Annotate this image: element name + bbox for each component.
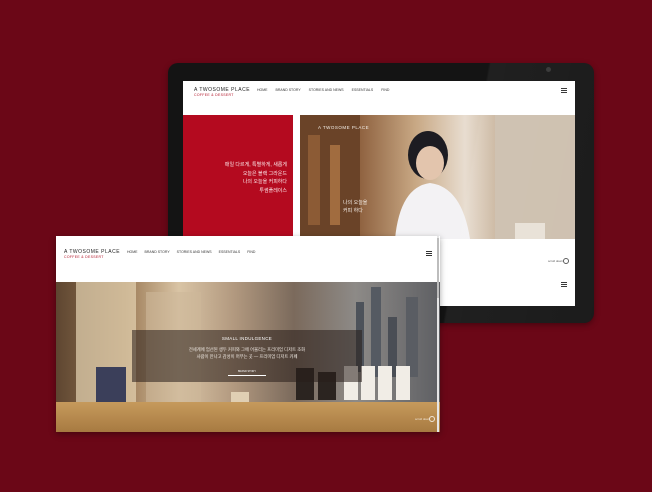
caption-line: 나의 오늘을 <box>343 200 368 206</box>
scroll-down-icon[interactable] <box>429 416 435 422</box>
scroll-down-icon[interactable] <box>563 258 569 264</box>
model-photo-illustration <box>300 115 575 239</box>
desktop-logo-tagline: COFFEE & DESSERT <box>64 255 104 259</box>
red-line: 오늘은 블랙 그라운드 <box>242 170 287 177</box>
hero-overlay-box: SMALL INDULGENCE 전세계에 엄선된 생두 커피와 그에 어울리는… <box>132 330 362 382</box>
nav-brand-story[interactable]: BRAND STORY <box>145 250 170 254</box>
scroll-down-label[interactable]: scroll down <box>548 259 563 263</box>
tablet-nav: HOME BRAND STORY STORIES AND NEWS ESSENT… <box>257 88 389 92</box>
red-line: 매일 다르게, 특별하게, 새롭게 <box>224 162 287 168</box>
tablet-logo-tagline: COFFEE & DESSERT <box>194 93 234 97</box>
nav-essentials[interactable]: ESSENTIALS <box>219 250 241 254</box>
nav-home[interactable]: HOME <box>127 250 138 254</box>
tablet-red-panel: 매일 다르게, 특별하게, 새롭게 오늘은 블랙 그라운드 나의 오늘을 커피하… <box>183 115 293 239</box>
hero-copy: 전세계에 엄선된 생두 커피와 그에 어울리는 프리미엄 디저트 조화 사람이 … <box>132 346 362 360</box>
hamburger-menu-icon[interactable] <box>561 88 567 94</box>
camera-dot <box>546 67 551 72</box>
desktop-nav: HOME BRAND STORY STORIES AND NEWS ESSENT… <box>127 250 255 254</box>
tablet-hero-photo: A TWOSOME PLACE 나의 오늘을 커피 하다 <box>300 115 575 239</box>
red-panel-copy: 매일 다르게, 특별하게, 새롭게 오늘은 블랙 그라운드 나의 오늘을 커피하… <box>225 161 287 195</box>
hamburger-menu-icon[interactable] <box>426 251 432 257</box>
red-line: 투썸플레이스 <box>259 187 287 194</box>
nav-brand-story[interactable]: BRAND STORY <box>276 88 301 92</box>
hero-title: SMALL INDULGENCE <box>221 336 273 341</box>
hamburger-menu-icon[interactable] <box>561 282 567 288</box>
nav-find[interactable]: FIND <box>381 88 389 92</box>
scroll-down-label[interactable]: scroll down <box>415 417 430 421</box>
desktop-header: A TWOSOME PLACE COFFEE & DESSERT HOME BR… <box>56 236 440 282</box>
nav-stories-news[interactable]: STORIES AND NEWS <box>309 88 344 92</box>
photo-logo: A TWOSOME PLACE <box>318 125 370 130</box>
nav-essentials[interactable]: ESSENTIALS <box>352 88 374 92</box>
counter-shelf <box>56 402 440 432</box>
hero-line: 사람이 만나고 감성이 머무는 곳 — 프리미엄 디저트 카페 <box>196 354 298 359</box>
hero-button[interactable]: BRAND STORY <box>228 370 266 376</box>
scrollbar-thumb[interactable] <box>437 238 439 298</box>
nav-find[interactable]: FIND <box>247 250 255 254</box>
caption-line: 커피 하다 <box>343 208 363 214</box>
tablet-header: A TWOSOME PLACE COFFEE & DESSERT HOME BR… <box>183 81 575 109</box>
nav-stories-news[interactable]: STORIES AND NEWS <box>177 250 212 254</box>
red-line: 나의 오늘을 커피하다 <box>242 179 287 185</box>
desktop-hero: SMALL INDULGENCE 전세계에 엄선된 생두 커피와 그에 어울리는… <box>56 282 440 432</box>
photo-caption: 나의 오늘을 커피 하다 <box>343 199 367 215</box>
desktop-screenshot: A TWOSOME PLACE COFFEE & DESSERT HOME BR… <box>56 236 440 432</box>
hero-line: 전세계에 엄선된 생두 커피와 그에 어울리는 프리미엄 디저트 조화 <box>188 347 306 352</box>
nav-home[interactable]: HOME <box>257 88 268 92</box>
